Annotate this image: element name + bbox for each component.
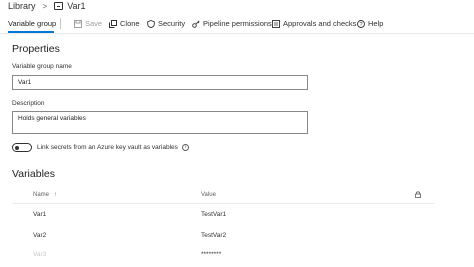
shield-icon (147, 19, 155, 28)
checklist-icon (272, 19, 280, 28)
breadcrumb: Library > Var1 (8, 0, 86, 12)
table-row-2-value[interactable]: TestVar2 (201, 232, 226, 239)
table-row-1-value[interactable]: TestVar1 (201, 211, 226, 218)
clone-button[interactable]: Clone (109, 14, 140, 33)
variable-group-icon (54, 2, 64, 10)
column-header-name-label: Name (33, 192, 50, 198)
help-icon: ? (357, 19, 365, 28)
sort-ascending-icon: ↑ (53, 192, 57, 198)
svg-text:?: ? (359, 22, 362, 28)
pipeline-permissions-label: Pipeline permissions (203, 19, 272, 28)
table-row-3-name[interactable]: Var3 (33, 251, 46, 258)
copy-icon (109, 19, 117, 28)
clone-label: Clone (120, 19, 140, 28)
description-value: Holds general variables (18, 115, 86, 122)
help-button[interactable]: ? Help (357, 14, 383, 33)
variables-heading: Variables (12, 168, 55, 180)
column-header-value: Value (201, 192, 216, 198)
help-label: Help (368, 19, 384, 28)
variable-group-name-label: Variable group name (12, 63, 72, 70)
save-label: Save (85, 19, 103, 28)
lock-icon[interactable] (415, 191, 421, 198)
save-button[interactable]: Save (74, 14, 102, 33)
key-icon (192, 19, 200, 28)
variables-table: Var1 TestVar1 Var2 TestVar2 Var3 *******… (0, 203, 474, 267)
approvals-checks-label: Approvals and checks (283, 19, 357, 28)
description-label: Description (12, 100, 45, 107)
toggle-knob (15, 145, 19, 150)
info-icon[interactable]: i (182, 144, 189, 151)
table-row-2-name[interactable]: Var2 (33, 232, 46, 239)
keyvault-toggle-label: Link secrets from an Azure key vault as … (37, 144, 178, 151)
column-header-name[interactable]: Name ↑ (33, 192, 57, 198)
tab-selected-indicator (8, 31, 54, 33)
security-button[interactable]: Security (147, 14, 185, 33)
breadcrumb-separator: > (42, 1, 48, 11)
pipeline-permissions-button[interactable]: Pipeline permissions (192, 14, 272, 33)
breadcrumb-library-link[interactable]: Library (8, 1, 36, 11)
breadcrumb-current: Var1 (67, 1, 86, 11)
security-label: Security (158, 19, 186, 28)
table-row-1-name[interactable]: Var1 (33, 211, 46, 218)
keyvault-toggle[interactable] (12, 143, 32, 152)
table-row-3-value[interactable]: ******** (201, 251, 221, 258)
variable-group-name-field[interactable] (12, 75, 308, 90)
toolbar: Variable group Save Clone Security Pipel… (0, 14, 474, 34)
save-icon (74, 19, 82, 28)
approvals-checks-button[interactable]: Approvals and checks (272, 14, 356, 33)
toolbar-divider (60, 18, 61, 29)
description-field[interactable]: Holds general variables (12, 111, 308, 134)
properties-heading: Properties (12, 43, 60, 55)
